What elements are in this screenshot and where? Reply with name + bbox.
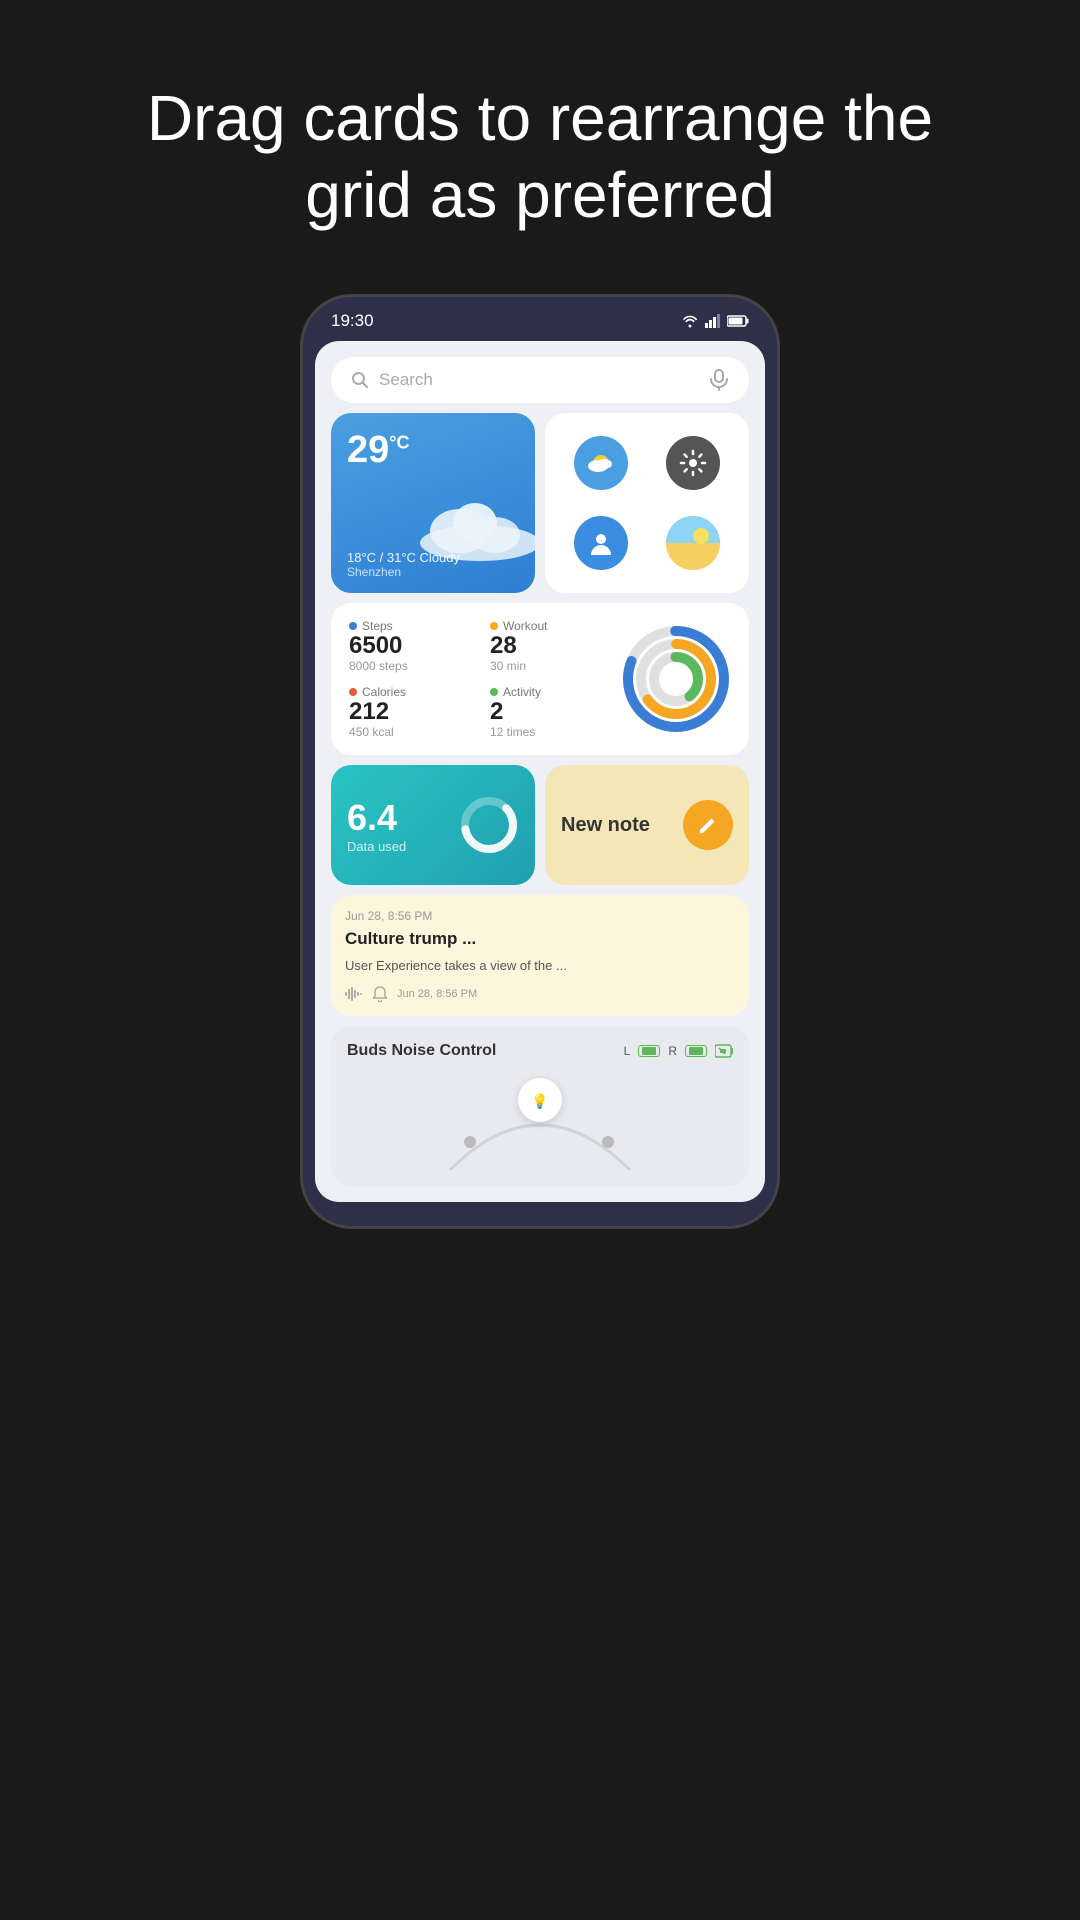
buds-battery-indicators: L R <box>624 1044 733 1058</box>
audio-wave-icon <box>345 987 363 1001</box>
app-icon-weather[interactable] <box>574 436 628 490</box>
news-footer-time: Jun 28, 8:56 PM <box>397 988 477 1000</box>
workout-dot <box>490 622 498 630</box>
buds-visual: 💡 <box>347 1070 733 1170</box>
activity-value: 2 <box>490 699 611 725</box>
calories-label: Calories <box>362 685 406 699</box>
activity-dot <box>490 688 498 696</box>
new-note-card[interactable]: New note <box>545 765 749 885</box>
weather-apps-row: 29°C 18°C / 31°C Cloudy Shenzhen <box>331 413 749 593</box>
activity-ring-chart <box>621 624 731 734</box>
news-row: Jun 28, 8:56 PM Culture trump ... User E… <box>331 895 749 1015</box>
phone-content: Search 29°C <box>315 341 765 1202</box>
search-icon <box>351 371 369 389</box>
app-grid-card <box>545 413 749 593</box>
page-headline: Drag cards to rearrange the grid as pref… <box>130 80 950 234</box>
fitness-card: Steps 6500 8000 steps Workout 28 30 min <box>331 603 749 756</box>
weather-temperature: 29°C <box>347 429 519 472</box>
app-icon-scenery[interactable] <box>666 516 720 570</box>
data-note-row: 6.4 Data used New note <box>331 765 749 885</box>
steps-metric: Steps 6500 8000 steps <box>349 619 470 673</box>
app-icon-settings[interactable] <box>666 436 720 490</box>
news-title: Culture trump ... <box>345 929 735 949</box>
activity-metric: Activity 2 12 times <box>490 685 611 739</box>
phone-frame: 19:30 <box>300 294 780 1229</box>
wifi-icon <box>681 314 699 328</box>
battery-icon <box>727 315 749 327</box>
news-card[interactable]: Jun 28, 8:56 PM Culture trump ... User E… <box>331 895 749 1015</box>
status-time: 19:30 <box>331 311 374 331</box>
workout-metric: Workout 28 30 min <box>490 619 611 673</box>
weather-card[interactable]: 29°C 18°C / 31°C Cloudy Shenzhen <box>331 413 535 593</box>
news-footer: Jun 28, 8:56 PM <box>345 986 735 1002</box>
fitness-data: Steps 6500 8000 steps Workout 28 30 min <box>349 619 611 740</box>
cancel-icon <box>715 1044 733 1058</box>
calories-metric: Calories 212 450 kcal <box>349 685 470 739</box>
bell-icon <box>373 986 387 1002</box>
signal-icon <box>705 314 721 328</box>
steps-dot <box>349 622 357 630</box>
right-label: R <box>668 1044 677 1058</box>
calories-value: 212 <box>349 699 470 725</box>
steps-sub: 8000 steps <box>349 659 470 673</box>
data-value: 6.4 <box>347 797 406 839</box>
buds-noise-control-card[interactable]: Buds Noise Control L R <box>331 1026 749 1186</box>
right-battery-icon <box>685 1045 707 1057</box>
microphone-icon[interactable] <box>709 369 729 391</box>
weather-info: 18°C / 31°C Cloudy Shenzhen <box>347 550 460 579</box>
note-label: New note <box>561 814 650 837</box>
calories-dot <box>349 688 357 696</box>
buds-title: Buds Noise Control <box>347 1042 496 1060</box>
data-label: Data used <box>347 839 406 854</box>
workout-sub: 30 min <box>490 659 611 673</box>
activity-label: Activity <box>503 685 541 699</box>
steps-label: Steps <box>362 619 393 633</box>
steps-value: 6500 <box>349 633 470 659</box>
data-donut-chart <box>459 795 519 855</box>
status-icons <box>681 314 749 328</box>
data-usage-card[interactable]: 6.4 Data used <box>331 765 535 885</box>
buds-arc-svg: 💡 <box>430 1070 650 1170</box>
app-icon-user[interactable] <box>574 516 628 570</box>
data-info: 6.4 Data used <box>347 797 406 854</box>
news-excerpt: User Experience takes a view of the ... <box>345 957 735 975</box>
calories-sub: 450 kcal <box>349 725 470 739</box>
left-label: L <box>624 1044 631 1058</box>
search-bar[interactable]: Search <box>331 357 749 403</box>
buds-header: Buds Noise Control L R <box>347 1042 733 1060</box>
note-edit-button[interactable] <box>683 800 733 850</box>
svg-text:💡: 💡 <box>531 1093 548 1110</box>
workout-label: Workout <box>503 619 547 633</box>
weather-range: 18°C / 31°C Cloudy <box>347 550 460 565</box>
status-bar: 19:30 <box>303 297 777 341</box>
activity-sub: 12 times <box>490 725 611 739</box>
workout-value: 28 <box>490 633 611 659</box>
weather-city: Shenzhen <box>347 565 460 579</box>
news-date: Jun 28, 8:56 PM <box>345 909 735 923</box>
search-placeholder: Search <box>379 370 699 390</box>
left-battery-icon <box>638 1045 660 1057</box>
